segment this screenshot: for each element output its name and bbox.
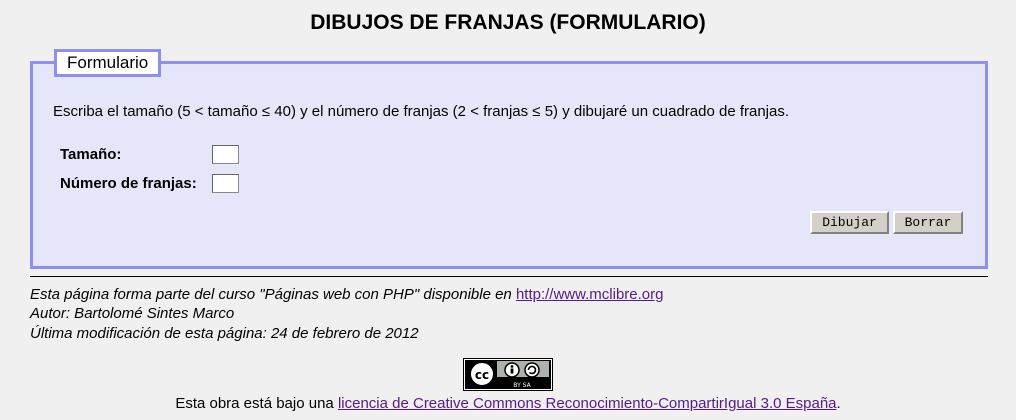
license-link[interactable]: licencia de Creative Commons Reconocimie… xyxy=(338,395,837,412)
draw-button[interactable]: Dibujar xyxy=(810,211,889,234)
license-line: Esta obra está bajo una licencia de Crea… xyxy=(0,395,1016,412)
cc-logo-icon: cc BY SA xyxy=(465,360,551,389)
course-note-text: Esta página forma parte del curso "Págin… xyxy=(30,286,516,303)
svg-text:cc: cc xyxy=(475,368,489,382)
form-legend: Formulario xyxy=(54,49,162,77)
size-label: Tamaño: xyxy=(60,146,122,163)
footer-divider xyxy=(30,276,988,277)
stripes-input[interactable] xyxy=(212,174,239,193)
page-title: DIBUJOS DE FRANJAS (FORMULARIO) xyxy=(310,11,706,34)
form-instructions: Escriba el tamaño (5 < tamaño ≤ 40) y el… xyxy=(53,103,790,120)
form-fieldset xyxy=(30,61,988,269)
course-note: Esta página forma parte del curso "Págin… xyxy=(30,286,663,303)
author-line: Autor: Bartolomé Sintes Marco xyxy=(30,305,235,322)
course-link[interactable]: http://www.mclibre.org xyxy=(516,286,664,303)
modified-line: Última modificación de esta página: 24 d… xyxy=(30,325,419,342)
license-suffix: . xyxy=(836,395,841,412)
stripes-label: Número de franjas: xyxy=(60,175,197,192)
reset-button[interactable]: Borrar xyxy=(893,211,963,234)
license-prefix: Esta obra está bajo una xyxy=(175,395,338,412)
cc-badge-text: BY SA xyxy=(513,382,531,389)
cc-license-badge[interactable]: cc BY SA xyxy=(463,358,553,391)
size-input[interactable] xyxy=(212,145,239,164)
